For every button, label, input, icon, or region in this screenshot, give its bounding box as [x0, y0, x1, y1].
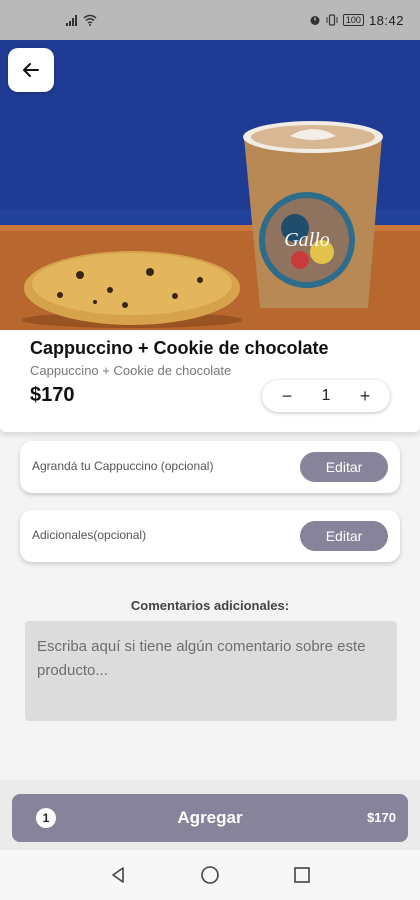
decrease-quantity-button[interactable]: −: [280, 387, 294, 405]
signal-icon: [66, 15, 77, 26]
product-info-card: Cappuccino + Cookie de chocolate Cappucc…: [0, 330, 420, 432]
option-label-size: Agrandá tu Cappuccino (opcional): [32, 459, 214, 473]
option-row-size: Agrandá tu Cappuccino (opcional) Editar: [20, 441, 400, 493]
wifi-icon: [83, 14, 97, 26]
product-image: Gallo: [0, 40, 420, 330]
nav-recents-button[interactable]: [291, 864, 313, 886]
circle-home-icon: [201, 866, 219, 884]
product-subtitle: Cappuccino + Cookie de chocolate: [30, 363, 232, 378]
option-label-extras: Adicionales(opcional): [32, 528, 147, 542]
status-bar: 100 18:42: [0, 0, 420, 40]
comments-input[interactable]: [25, 621, 397, 721]
svg-text:Gallo: Gallo: [284, 229, 330, 251]
status-icons-left: [66, 14, 97, 26]
comments-title: Comentarios adicionales:: [130, 598, 290, 613]
triangle-back-icon: [112, 867, 124, 883]
add-button-total: $170: [367, 810, 396, 825]
status-icons-right: 100 18:42: [309, 13, 404, 28]
back-button[interactable]: [8, 48, 54, 92]
vibrate-icon: [326, 14, 338, 26]
option-row-extras: Adicionales(opcional) Editar: [20, 510, 400, 562]
battery-icon: 100: [342, 14, 364, 26]
alarm-icon: [310, 16, 320, 25]
increase-quantity-button[interactable]: +: [358, 387, 372, 405]
add-to-cart-button[interactable]: 1 Agregar $170: [12, 794, 408, 842]
square-recents-icon: [294, 867, 310, 883]
edit-extras-button[interactable]: Editar: [300, 521, 388, 551]
edit-size-button[interactable]: Editar: [300, 452, 388, 482]
add-button-label: Agregar: [177, 808, 243, 827]
product-title: Cappuccino + Cookie de chocolate: [30, 338, 329, 358]
nav-home-button[interactable]: [199, 864, 221, 886]
system-nav-bar: [0, 850, 420, 900]
status-time: 18:42: [368, 12, 404, 28]
quantity-value: 1: [321, 387, 331, 404]
nav-back-button[interactable]: [107, 864, 129, 886]
arrow-left-icon: [23, 63, 39, 77]
product-price: $170: [30, 384, 75, 406]
quantity-stepper: − 1 +: [262, 380, 390, 412]
